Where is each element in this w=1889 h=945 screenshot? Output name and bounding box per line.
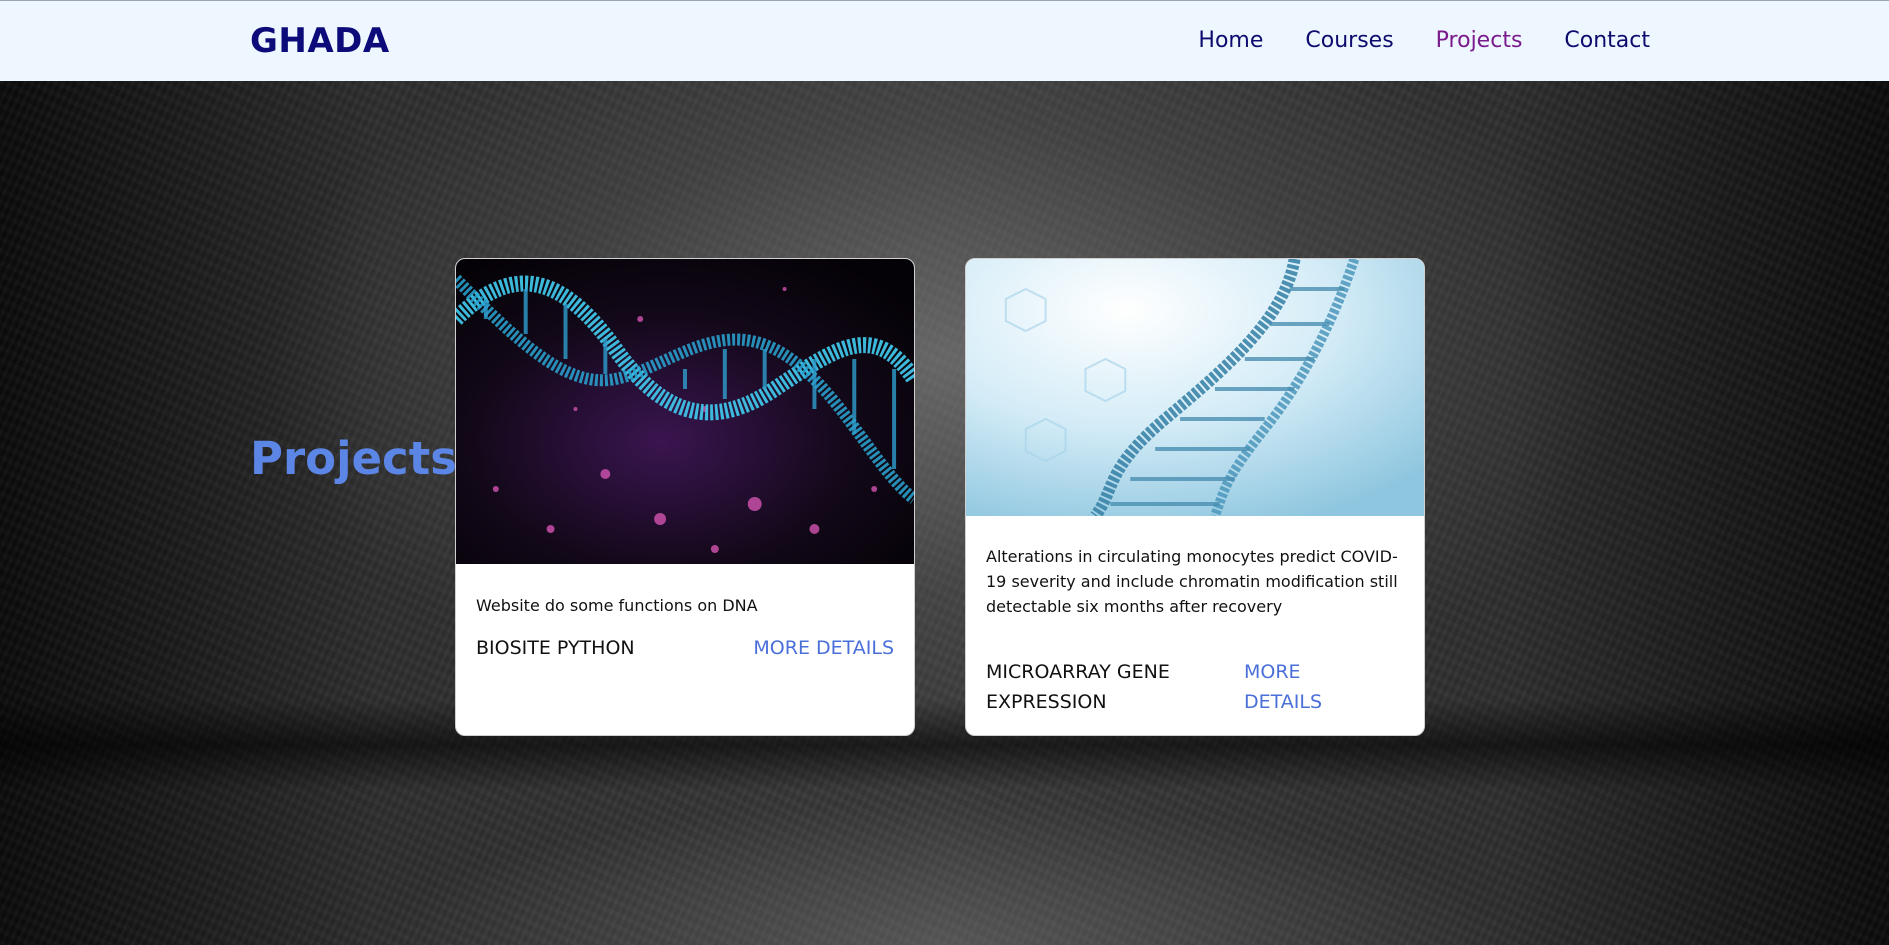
card-description: Alterations in circulating monocytes pre… — [986, 547, 1398, 616]
dna-helix-dark-image — [456, 259, 914, 564]
project-card-microarray: Alterations in circulating monocytes pre… — [965, 258, 1425, 736]
project-card-biosite: Website do some functions on DNA BIOSITE… — [455, 258, 915, 736]
card-description: Website do some functions on DNA — [476, 596, 758, 615]
nav-courses[interactable]: Courses — [1305, 28, 1393, 53]
nav-projects[interactable]: Projects — [1436, 28, 1523, 53]
card-title: BIOSITE PYTHON — [476, 637, 635, 659]
card-title: MICROARRAY GENE EXPRESSION — [986, 661, 1170, 713]
more-details-link[interactable]: MORE DETAILS — [1244, 657, 1354, 717]
card-footer: MICROARRAY GENE EXPRESSION MORE DETAILS — [986, 657, 1404, 717]
main-nav: Home Courses Projects Contact — [1198, 28, 1650, 53]
nav-contact[interactable]: Contact — [1564, 28, 1650, 53]
more-details-link[interactable]: MORE DETAILS — [753, 633, 894, 663]
site-logo[interactable]: GHADA — [250, 21, 390, 61]
nav-home[interactable]: Home — [1198, 28, 1263, 53]
top-navbar: GHADA Home Courses Projects Contact — [0, 0, 1889, 81]
dna-helix-light-image — [966, 259, 1424, 516]
section-title: Projects — [250, 432, 458, 485]
card-footer: BIOSITE PYTHON MORE DETAILS — [476, 633, 894, 663]
